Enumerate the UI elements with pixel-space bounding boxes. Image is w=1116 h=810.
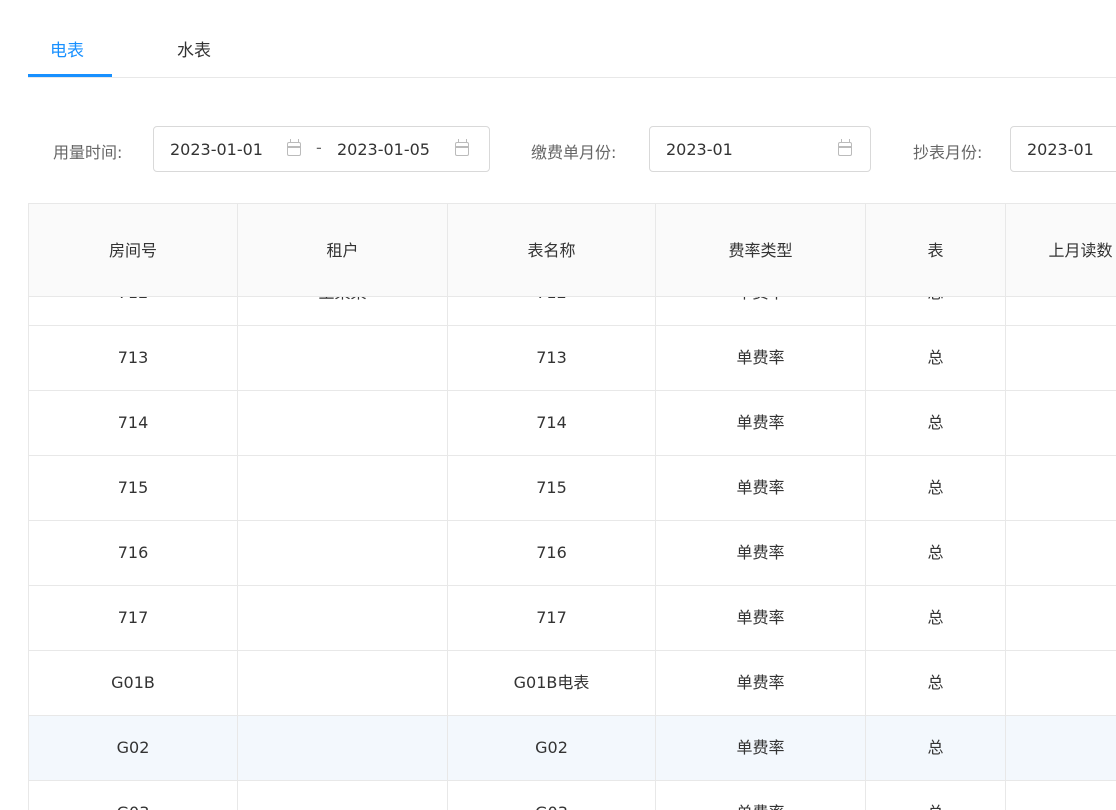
cell-tenant — [238, 326, 448, 390]
cell-tenant — [238, 586, 448, 650]
cell-last-reading — [1006, 456, 1116, 520]
cell-rate-type: 单费率 — [656, 391, 866, 455]
table-row[interactable]: G02 G02 单费率总 — [29, 716, 1116, 781]
table-header: 房间号 租户 表名称 费率类型 表 上月读数 — [29, 204, 1116, 297]
cell-meter: 总 — [866, 586, 1006, 650]
calendar-icon — [287, 139, 301, 156]
cell-tenant — [238, 456, 448, 520]
table-row[interactable]: G01B G01B电表 单费率总 — [29, 651, 1116, 716]
cell-meter-name: 716 — [448, 521, 656, 585]
column-header-meter-name[interactable]: 表名称 — [448, 204, 656, 297]
cell-last-reading — [1006, 716, 1116, 780]
filter-bar: 用量时间: 2023-01-01 - 2023-01-05 缴费单月份: 202… — [0, 126, 1116, 172]
cell-meter: 总 — [866, 391, 1006, 455]
cell-room: 717 — [29, 586, 238, 650]
cell-meter: 总 — [866, 326, 1006, 390]
cell-meter-name: 712 — [448, 297, 656, 325]
table-row[interactable]: 717 717 单费率总 — [29, 586, 1116, 651]
cell-rate-type: 单费率 — [656, 586, 866, 650]
cell-meter-name: G01B电表 — [448, 651, 656, 715]
cell-room: G01B — [29, 651, 238, 715]
cell-rate-type: 单费率 — [656, 521, 866, 585]
cell-meter-name: 714 — [448, 391, 656, 455]
table-row[interactable]: 714 714 单费率总 — [29, 391, 1116, 456]
cell-rate-type: 单费率 — [656, 326, 866, 390]
cell-room: G02 — [29, 716, 238, 780]
cell-meter-name: 713 — [448, 326, 656, 390]
cell-room: 712 — [29, 297, 238, 325]
cell-tenant: 王某某 — [238, 297, 448, 325]
meter-tabs: 电表 水表 — [28, 0, 1116, 78]
read-month-value[interactable]: 2023-01 — [1027, 140, 1094, 159]
column-header-meter[interactable]: 表 — [866, 204, 1006, 297]
cell-room: 716 — [29, 521, 238, 585]
column-header-last-reading[interactable]: 上月读数 — [1006, 204, 1116, 297]
meter-table: 房间号 租户 表名称 费率类型 表 上月读数 712王某某712单费率总7137… — [28, 203, 1116, 810]
cell-last-reading — [1006, 391, 1116, 455]
cell-last-reading — [1006, 651, 1116, 715]
table-row[interactable]: 715 715 单费率总 — [29, 456, 1116, 521]
table-row[interactable]: 713 713 单费率总 — [29, 326, 1116, 391]
cell-tenant — [238, 716, 448, 780]
cell-meter-name: 715 — [448, 456, 656, 520]
bill-month-label: 缴费单月份: — [531, 143, 617, 162]
bill-month-value[interactable]: 2023-01 — [666, 140, 733, 159]
cell-tenant — [238, 521, 448, 585]
usage-date-range-picker[interactable]: 2023-01-01 - 2023-01-05 — [153, 126, 490, 172]
cell-last-reading — [1006, 586, 1116, 650]
cell-room: 713 — [29, 326, 238, 390]
tab-water-meter[interactable]: 水表 — [177, 36, 211, 61]
column-header-tenant[interactable]: 租户 — [238, 204, 448, 297]
calendar-icon — [455, 139, 469, 156]
cell-tenant — [238, 391, 448, 455]
cell-meter-name: G02 — [448, 716, 656, 780]
cell-meter-name: G03 — [448, 781, 656, 810]
range-separator: - — [316, 138, 322, 157]
cell-meter: 总 — [866, 521, 1006, 585]
cell-room: 714 — [29, 391, 238, 455]
tab-electric-meter[interactable]: 电表 — [50, 36, 84, 61]
cell-rate-type: 单费率 — [656, 781, 866, 810]
cell-rate-type: 单费率 — [656, 716, 866, 780]
cell-meter: 总 — [866, 716, 1006, 780]
usage-start-date[interactable]: 2023-01-01 — [170, 140, 263, 159]
table-body: 712王某某712单费率总713713单费率总714714单费率总715715单… — [29, 297, 1116, 810]
usage-time-label: 用量时间: — [53, 143, 123, 162]
cell-last-reading — [1006, 297, 1116, 325]
cell-tenant — [238, 651, 448, 715]
active-tab-indicator — [28, 74, 112, 77]
table-row[interactable]: 712王某某712单费率总 — [29, 297, 1116, 326]
usage-end-date[interactable]: 2023-01-05 — [337, 140, 430, 159]
cell-meter: 总 — [866, 456, 1006, 520]
cell-tenant — [238, 781, 448, 810]
cell-rate-type: 单费率 — [656, 456, 866, 520]
calendar-icon — [838, 139, 852, 156]
read-month-label: 抄表月份: — [913, 143, 983, 162]
read-month-picker[interactable]: 2023-01 — [1010, 126, 1116, 172]
table-row[interactable]: 716 716 单费率总 — [29, 521, 1116, 586]
cell-room: G03 — [29, 781, 238, 810]
cell-last-reading — [1006, 521, 1116, 585]
cell-meter: 总 — [866, 781, 1006, 810]
table-row[interactable]: G03G03单费率总 — [29, 781, 1116, 810]
cell-meter: 总 — [866, 651, 1006, 715]
column-header-rate-type[interactable]: 费率类型 — [656, 204, 866, 297]
cell-meter: 总 — [866, 297, 1006, 325]
cell-last-reading — [1006, 326, 1116, 390]
cell-room: 715 — [29, 456, 238, 520]
cell-rate-type: 单费率 — [656, 651, 866, 715]
column-header-room[interactable]: 房间号 — [29, 204, 238, 297]
bill-month-picker[interactable]: 2023-01 — [649, 126, 871, 172]
cell-meter-name: 717 — [448, 586, 656, 650]
cell-last-reading — [1006, 781, 1116, 810]
cell-rate-type: 单费率 — [656, 297, 866, 325]
